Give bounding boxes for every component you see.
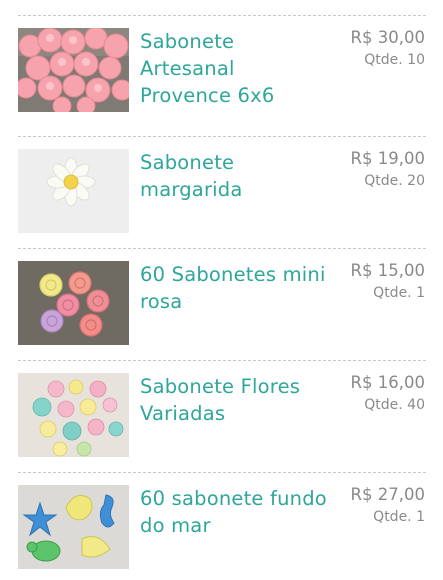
product-item[interactable]: Sabonete margarida R$ 19,00 Qtde. 20 [0,136,443,248]
product-price: R$ 27,00 [350,485,425,504]
product-price: R$ 19,00 [350,149,425,168]
product-quantity: Qtde. 1 [373,509,425,525]
product-name[interactable]: Sabonete Flores Variadas [140,373,330,427]
product-price: R$ 16,00 [350,373,425,392]
product-quantity: Qtde. 20 [364,173,425,189]
product-item[interactable]: 60 Sabonetes mini rosa R$ 15,00 Qtde. 1 [0,248,443,360]
product-list: Sabonete Artesanal Provence 6x6 R$ 30,00… [0,0,443,580]
product-name[interactable]: 60 Sabonetes mini rosa [140,261,330,315]
product-item[interactable]: Sabonete Flores Variadas R$ 16,00 Qtde. … [0,360,443,472]
product-name[interactable]: Sabonete Artesanal Provence 6x6 [140,28,330,109]
product-item[interactable]: 60 sabonete fundo do mar R$ 27,00 Qtde. … [0,472,443,580]
product-item[interactable]: Sabonete Artesanal Provence 6x6 R$ 30,00… [0,15,443,127]
mini-rose-soaps-image[interactable] [18,261,129,345]
product-quantity: Qtde. 1 [373,285,425,301]
product-name[interactable]: 60 sabonete fundo do mar [140,485,330,539]
daisy-soap-image[interactable] [18,149,129,233]
product-price: R$ 15,00 [350,261,425,280]
product-quantity: Qtde. 40 [364,397,425,413]
product-name[interactable]: Sabonete margarida [140,149,330,203]
sea-creature-soaps-image[interactable] [18,485,129,569]
product-price: R$ 30,00 [350,28,425,47]
product-quantity: Qtde. 10 [364,52,425,68]
assorted-flower-soaps-image[interactable] [18,373,129,457]
pink-flower-soaps-image[interactable] [18,28,129,112]
